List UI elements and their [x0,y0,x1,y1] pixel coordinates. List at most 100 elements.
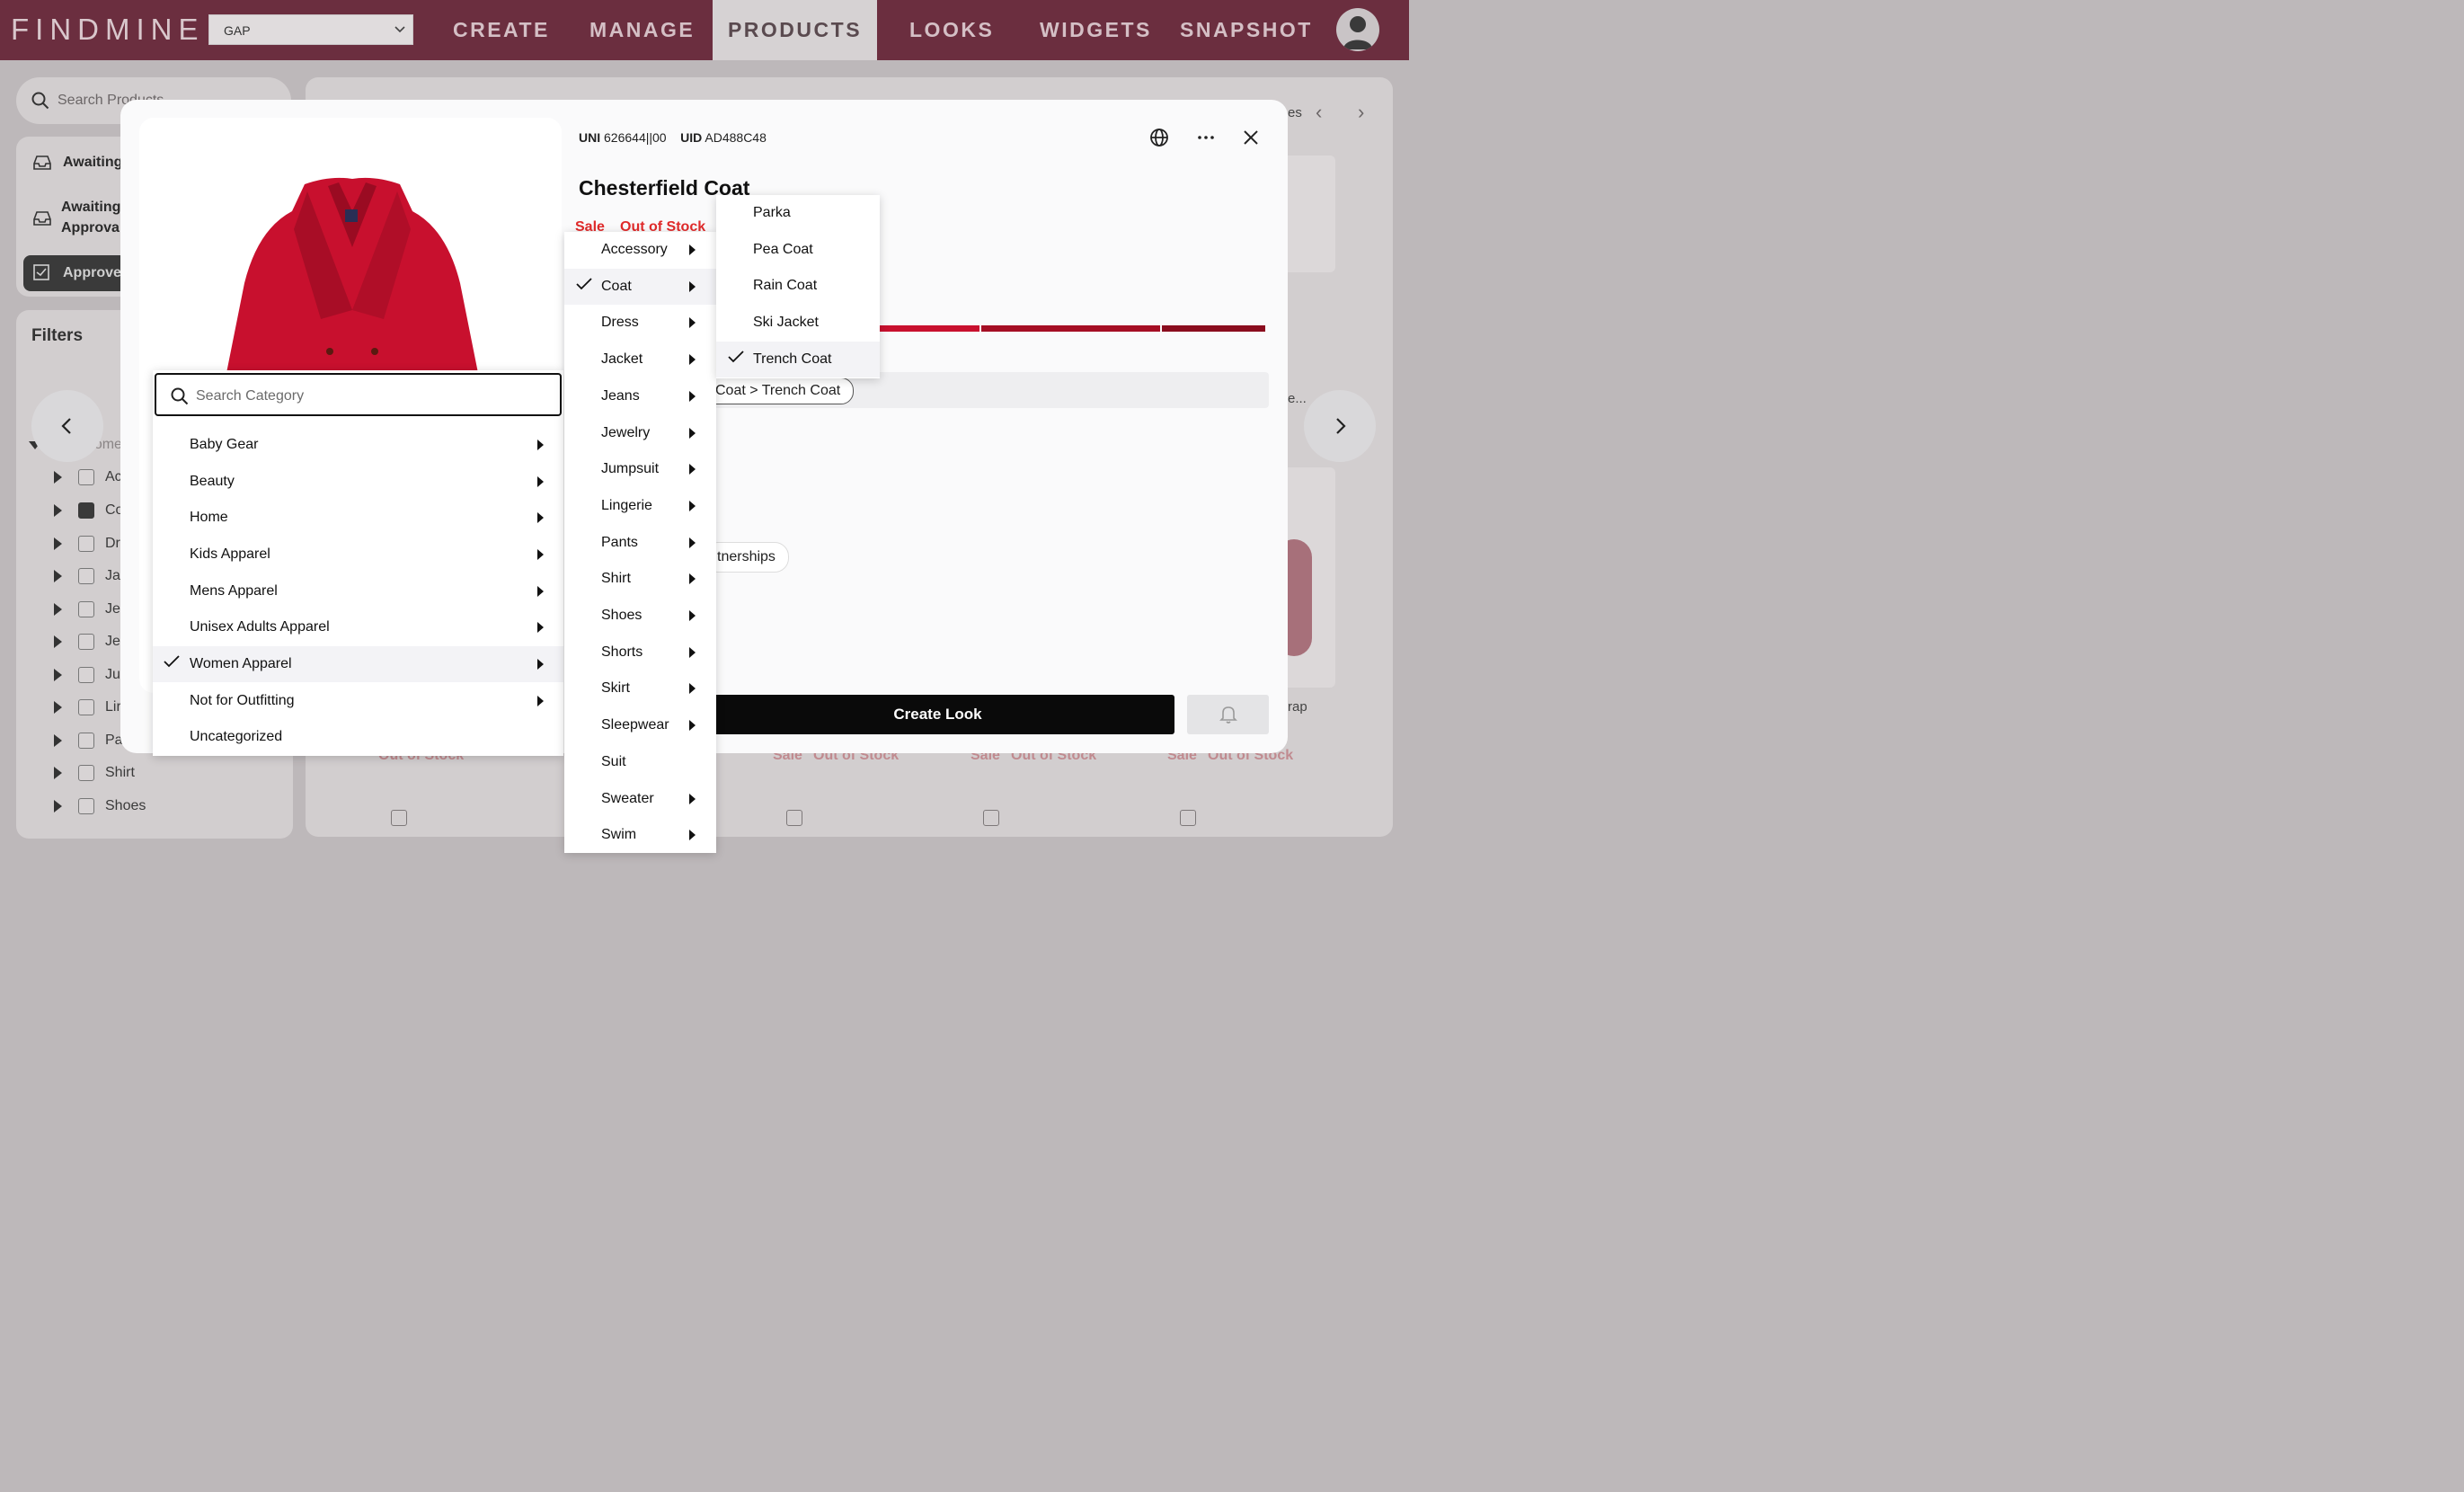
nav-snapshot[interactable]: SNAPSHOT [1180,0,1313,60]
tree-checkbox[interactable] [78,601,94,617]
category-item[interactable]: Jewelry [564,415,716,451]
category-item[interactable]: Jacket [564,342,716,377]
category-item-selected[interactable]: Trench Coat [716,342,880,377]
category-item[interactable]: Shirt [564,561,716,597]
category-item[interactable]: Pants [564,525,716,561]
category-item[interactable]: Jeans [564,378,716,414]
caret-right-icon [54,701,62,714]
tree-checkbox[interactable] [78,502,94,519]
category-item[interactable]: Kids Apparel [153,537,563,573]
tree-row[interactable]: Ju [54,667,120,688]
previous-product-button[interactable] [31,390,103,462]
category-item-label: Pants [601,535,638,550]
category-item[interactable]: Shorts [564,635,716,671]
tree-row[interactable]: Je [54,634,120,655]
tree-row[interactable]: Shirt [54,765,135,786]
chevron-left-icon[interactable]: ‹ [1316,101,1322,124]
product-checkbox[interactable] [1180,810,1196,826]
category-item[interactable]: Baby Gear [153,427,563,463]
product-checkbox[interactable] [391,810,407,826]
category-item[interactable]: Shoes [564,598,716,634]
caret-right-icon [537,512,544,523]
nav-looks[interactable]: LOOKS [909,0,994,60]
caret-right-icon [689,501,696,511]
tree-row[interactable]: Co [54,502,123,524]
tree-label: Ju [105,667,120,683]
category-item[interactable]: Beauty [153,464,563,500]
uni-value: 626644||00 [604,130,667,145]
category-item[interactable]: Mens Apparel [153,573,563,609]
category-item[interactable]: Accessory [564,232,716,268]
category-item-label: Sleepwear [601,717,669,733]
tree-row[interactable]: Shoes [54,798,146,820]
close-icon[interactable] [1240,127,1263,150]
category-item-label: Kids Apparel [190,546,270,562]
notify-button[interactable] [1187,695,1269,734]
findmine-logo[interactable]: FINDMINE [11,13,205,47]
tree-checkbox[interactable] [78,634,94,650]
tree-checkbox[interactable] [78,699,94,715]
tree-row[interactable]: Pa [54,733,123,754]
tree-checkbox[interactable] [78,733,94,749]
nav-create[interactable]: CREATE [453,0,550,60]
category-item[interactable]: Rain Coat [716,268,880,304]
category-item-label: Swim [601,827,637,842]
caret-right-icon [689,244,696,255]
category-item[interactable]: Not for Outfitting [153,683,563,719]
tree-row[interactable]: Ac [54,469,122,491]
chevron-left-icon [61,418,71,434]
category-menu-level1: Baby Gear Beauty Home Kids Apparel Mens … [153,370,563,756]
tree-row[interactable]: Ja [54,568,120,590]
product-checkbox[interactable] [983,810,999,826]
sidebar-item-awaiting-approval[interactable]: Awaiting [61,200,120,216]
tree-checkbox[interactable] [78,765,94,781]
category-item[interactable]: Skirt [564,671,716,706]
category-item[interactable]: Jumpsuit [564,451,716,487]
partnerships-pill[interactable]: tnerships [704,542,789,573]
caret-right-icon [537,622,544,633]
tree-label: Ja [105,568,120,584]
tree-row[interactable]: Lir [54,699,121,721]
category-item[interactable]: Unisex Adults Apparel [153,609,563,645]
nav-manage[interactable]: MANAGE [589,0,695,60]
category-item[interactable]: Parka [716,195,880,231]
category-item[interactable]: Home [153,500,563,536]
tree-checkbox[interactable] [78,536,94,552]
user-avatar[interactable] [1336,8,1379,51]
category-item-label: Parka [753,205,791,220]
category-item-selected[interactable]: Coat [564,269,716,305]
category-item[interactable]: Sleepwear [564,707,716,743]
category-pill[interactable]: Coat > Trench Coat [704,377,855,404]
brand-select[interactable]: GAP [208,14,413,45]
category-item-label: Coat [601,279,632,294]
tree-checkbox[interactable] [78,798,94,814]
more-options-icon[interactable] [1195,127,1219,150]
category-item-label: Mens Apparel [190,583,278,599]
category-item[interactable]: Dress [564,305,716,341]
category-search-input[interactable]: Search Category [155,373,562,416]
category-item[interactable]: Suit [564,744,716,780]
nav-products[interactable]: PRODUCTS [713,0,877,60]
category-item[interactable]: Ski Jacket [716,305,880,341]
tree-row[interactable]: Je [54,601,120,623]
create-look-button[interactable]: Create Look [701,695,1174,734]
category-item[interactable]: Pea Coat [716,232,880,268]
category-item[interactable]: Swim [564,817,716,853]
tree-checkbox[interactable] [78,667,94,683]
tree-checkbox[interactable] [78,469,94,485]
sidebar-item-awaiting[interactable]: Awaiting [63,155,122,171]
category-item[interactable]: Lingerie [564,488,716,524]
tree-checkbox[interactable] [78,568,94,584]
nav-widgets[interactable]: WIDGETS [1040,0,1152,60]
next-product-button[interactable] [1304,390,1376,462]
chevron-right-icon[interactable]: › [1358,101,1364,124]
inbox-icon [33,211,51,226]
product-checkbox[interactable] [786,810,802,826]
globe-icon[interactable] [1148,127,1172,150]
checkbox-icon [33,264,49,280]
uid-value: AD488C48 [705,130,767,145]
category-item-selected[interactable]: Women Apparel [153,646,563,682]
category-item[interactable]: Sweater [564,781,716,817]
category-item[interactable]: Uncategorized [153,719,563,755]
tree-row[interactable]: Dr [54,536,120,557]
